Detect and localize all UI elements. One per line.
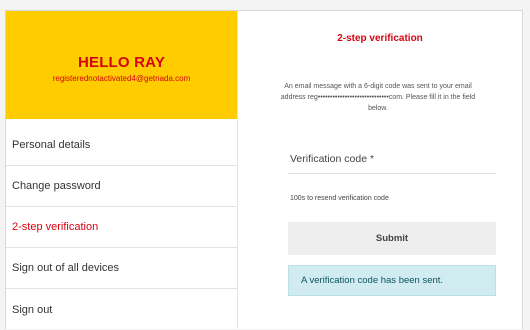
user-header: HELLO RAY registerednotactivated4@getnad… <box>6 11 237 119</box>
main-content: 2-step verification An email message wit… <box>238 11 522 329</box>
resend-countdown: 100s to resend verification code <box>290 195 389 202</box>
sidebar-item-personal-details[interactable]: Personal details <box>6 125 237 166</box>
page-title: 2-step verification <box>337 33 423 44</box>
user-email: registerednotactivated4@getnada.com <box>52 73 191 83</box>
alert-text: A verification code has been sent. <box>301 275 444 286</box>
submit-button[interactable]: Submit <box>288 222 496 255</box>
verification-description: An email message with a 6-digit code was… <box>280 83 476 112</box>
sidebar-item-sign-out[interactable]: Sign out <box>6 289 237 330</box>
verification-code-label: Verification code * <box>290 153 375 165</box>
sidebar-item-sign-out-all-devices[interactable]: Sign out of all devices <box>6 248 237 289</box>
alert-banner: A verification code has been sent. <box>288 265 496 296</box>
sidebar-item-change-password[interactable]: Change password <box>6 166 237 207</box>
greeting: HELLO RAY <box>77 53 166 71</box>
sidebar-item-2-step-verification[interactable]: 2-step verification <box>6 207 237 248</box>
account-panel: HELLO RAY registerednotactivated4@getnad… <box>5 10 523 329</box>
sidebar: HELLO RAY registerednotactivated4@getnad… <box>6 11 238 329</box>
